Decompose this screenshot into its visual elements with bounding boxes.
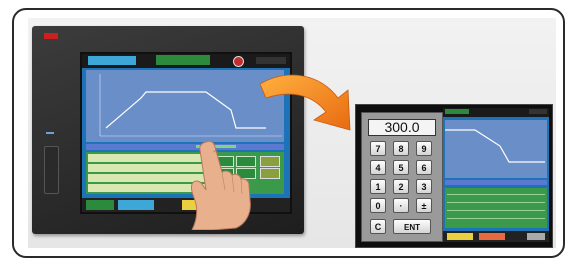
screen-clock: [256, 57, 286, 64]
zoomed-progress-bar: [445, 180, 547, 185]
grid-line: [447, 210, 545, 211]
footer-button[interactable]: [527, 233, 545, 240]
grid-line: [447, 194, 545, 195]
alarm-indicator: [233, 56, 244, 67]
keypad-display: 300.0: [368, 119, 436, 136]
zoomed-profile-graph: [445, 120, 547, 178]
zoomed-screen-header: [443, 108, 549, 117]
key-plus-minus[interactable]: ±: [416, 198, 432, 213]
key-2[interactable]: 2: [393, 179, 409, 194]
profile-graph-svg: [99, 74, 282, 137]
footer-button[interactable]: [447, 233, 473, 240]
curved-arrow-icon: [259, 74, 351, 131]
key-7[interactable]: 7: [370, 141, 386, 156]
grid-line: [447, 202, 545, 203]
zoomed-screen-tab[interactable]: [445, 109, 469, 114]
key-clear[interactable]: C: [370, 219, 386, 234]
grid-line: [447, 218, 545, 219]
screen-mode-tab[interactable]: [156, 55, 210, 65]
hand-pointer-icon: [191, 140, 251, 230]
zoomed-screen: [443, 108, 549, 242]
key-decimal[interactable]: ·: [393, 198, 409, 213]
screen-title-tab[interactable]: [88, 56, 136, 65]
zoomed-profile-line: [445, 129, 545, 163]
footer-button[interactable]: [86, 200, 114, 210]
zoomed-profile-graph-svg: [445, 129, 545, 163]
profile-graph: [86, 70, 284, 142]
footer-button[interactable]: [479, 233, 505, 240]
zoomed-screen-footer: [443, 231, 549, 242]
zoomed-parameter-grid: [445, 188, 547, 228]
profile-line: [105, 91, 266, 129]
key-3[interactable]: 3: [416, 179, 432, 194]
key-6[interactable]: 6: [416, 160, 432, 175]
key-enter[interactable]: ENT: [393, 219, 431, 234]
key-5[interactable]: 5: [393, 160, 409, 175]
key-9[interactable]: 9: [416, 141, 432, 156]
zoomed-screen-clock: [529, 109, 547, 114]
numeric-keypad: 300.0 7 8 9 4 5 6 1 2 3 0 · ± C ENT: [361, 112, 443, 242]
key-1[interactable]: 1: [370, 179, 386, 194]
brand-logo: [44, 33, 58, 39]
footer-button[interactable]: [118, 200, 154, 210]
key-8[interactable]: 8: [393, 141, 409, 156]
key-0[interactable]: 0: [370, 198, 386, 213]
key-4[interactable]: 4: [370, 160, 386, 175]
usb-port-cover: [44, 146, 59, 194]
status-led: [46, 132, 54, 134]
